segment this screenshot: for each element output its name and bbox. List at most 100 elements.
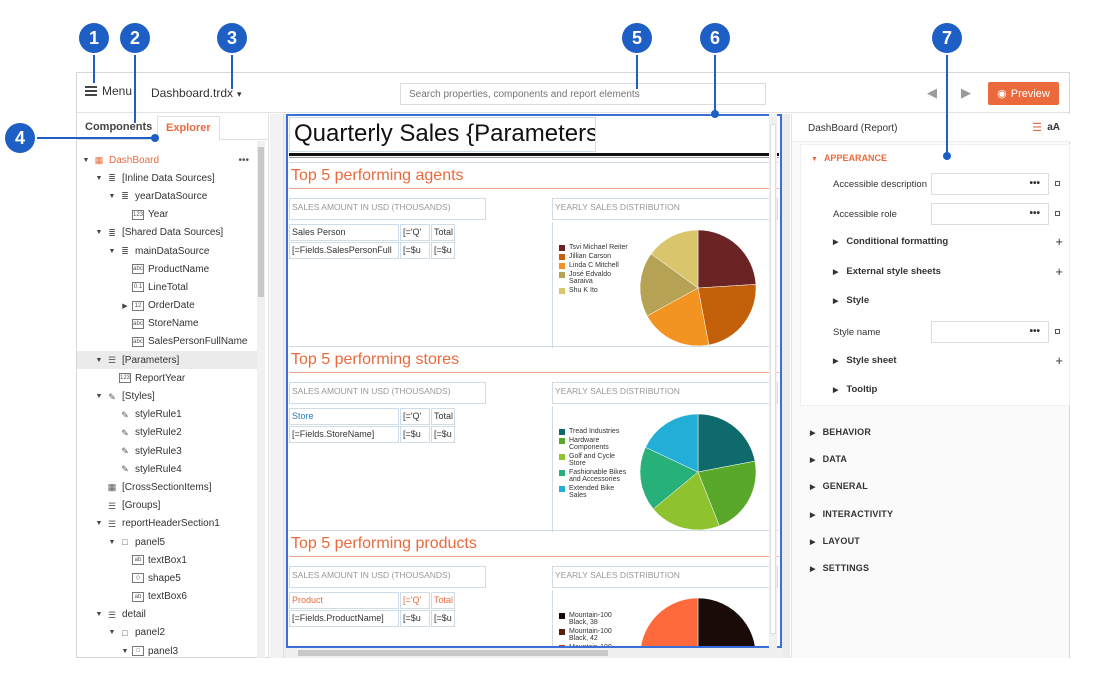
section-subtitle-right[interactable]: YEARLY SALES DISTRIBUTION bbox=[552, 566, 778, 588]
section-title[interactable]: Top 5 performing agents bbox=[289, 162, 779, 189]
report-title-textbox[interactable]: Quarterly Sales {Parameters. bbox=[289, 117, 596, 152]
tree-item[interactable]: 123 ReportYear bbox=[77, 369, 257, 387]
table-header-cell[interactable]: Total bbox=[431, 592, 455, 609]
collapse-icon[interactable]: ▼ bbox=[94, 357, 104, 364]
report-section[interactable]: Top 5 performing products SALES AMOUNT IN… bbox=[289, 530, 779, 646]
property-category[interactable]: ▶ DATA bbox=[810, 454, 847, 464]
tree-item[interactable]: abc StoreName bbox=[77, 315, 257, 333]
collapse-icon[interactable]: ▼ bbox=[107, 248, 117, 255]
document-selector[interactable]: Dashboard.trdx ▾ bbox=[151, 86, 242, 100]
tree-item[interactable]: 0.1 LineTotal bbox=[77, 278, 257, 296]
collapse-icon[interactable]: ▼ bbox=[120, 648, 130, 655]
preview-button[interactable]: ◉ Preview bbox=[988, 82, 1059, 105]
reset-icon[interactable] bbox=[1055, 211, 1060, 216]
tree-item[interactable]: ◇ shape5 bbox=[77, 569, 257, 587]
tree-item[interactable]: ▼ ☰ detail bbox=[77, 606, 257, 624]
table-data-cell[interactable]: [=$u bbox=[431, 426, 455, 443]
table-header-cell[interactable]: [='Q' bbox=[400, 224, 430, 241]
collapse-icon[interactable]: ▼ bbox=[107, 629, 117, 636]
tree-item[interactable]: ab textBox6 bbox=[77, 588, 257, 606]
section-subtitle-right[interactable]: YEARLY SALES DISTRIBUTION bbox=[552, 382, 778, 404]
tree-item[interactable]: ▼ ✎ [Styles] bbox=[77, 387, 257, 405]
ellipsis-icon[interactable]: ••• bbox=[1029, 178, 1040, 189]
pie-chart[interactable]: Tread Industries Hardware Components Golf … bbox=[552, 406, 778, 532]
tree-item[interactable]: ✎ styleRule3 bbox=[77, 442, 257, 460]
property-subgroup[interactable]: ▶ Tooltip bbox=[833, 384, 1069, 395]
tree-item[interactable]: abc SalesPersonFullName bbox=[77, 333, 257, 351]
tree-item[interactable]: ▦ [CrossSectionItems] bbox=[77, 478, 257, 496]
property-subgroup[interactable]: ▶ Style sheet + bbox=[833, 353, 1069, 368]
property-subgroup[interactable]: ▶ Conditional formatting + bbox=[833, 234, 1069, 249]
table-header-cell[interactable]: [='Q' bbox=[400, 408, 430, 425]
search-input[interactable] bbox=[400, 83, 766, 105]
appearance-category[interactable]: ▼ APPEARANCE bbox=[811, 153, 887, 163]
report-canvas[interactable]: Quarterly Sales {Parameters. Top 5 perfo… bbox=[286, 114, 782, 648]
table-header-cell[interactable]: Sales Person bbox=[289, 224, 399, 241]
tree-item[interactable]: ab textBox1 bbox=[77, 551, 257, 569]
canvas-horizontal-scrollbar[interactable] bbox=[286, 648, 782, 658]
add-icon[interactable]: + bbox=[1055, 264, 1063, 279]
section-title[interactable]: Top 5 performing stores bbox=[289, 346, 779, 373]
scrollbar-thumb[interactable] bbox=[770, 124, 776, 634]
tree-item[interactable]: ▼ ▦ DashBoard ••• bbox=[77, 151, 257, 169]
categorized-view-icon[interactable]: ☰ bbox=[1032, 121, 1042, 134]
table-data-cell[interactable]: [=$u bbox=[431, 610, 455, 627]
property-value-field[interactable]: ••• bbox=[931, 173, 1049, 195]
pie-chart[interactable]: Tsvi Michael Reiter Jillian Carson Linda C… bbox=[552, 222, 778, 348]
tree-item[interactable]: ✎ styleRule4 bbox=[77, 460, 257, 478]
table-data-cell[interactable]: [=Fields.StoreName] bbox=[289, 426, 399, 443]
redo-icon[interactable]: ▶ bbox=[961, 85, 971, 101]
expand-icon[interactable]: ▶ bbox=[120, 302, 130, 310]
reset-icon[interactable] bbox=[1055, 181, 1060, 186]
alphabetical-view-button[interactable]: aA bbox=[1047, 122, 1060, 133]
pie-chart[interactable]: Mountain-100 Black, 38 Mountain-100 Black… bbox=[552, 590, 778, 646]
property-subgroup[interactable]: ▶ Style bbox=[833, 295, 1069, 306]
section-subtitle-left[interactable]: SALES AMOUNT IN USD (THOUSANDS) bbox=[289, 198, 486, 220]
tree-item[interactable]: ▼ □ panel2 bbox=[77, 624, 257, 642]
collapse-icon[interactable]: ▼ bbox=[94, 175, 104, 182]
table-header-cell[interactable]: Store bbox=[289, 408, 399, 425]
tree-item[interactable]: ▼ □ panel5 bbox=[77, 533, 257, 551]
tree-item[interactable]: ☰ [Groups] bbox=[77, 497, 257, 515]
tree-item[interactable]: ✎ styleRule2 bbox=[77, 424, 257, 442]
table-header-cell[interactable]: Total bbox=[431, 408, 455, 425]
table-header-cell[interactable]: Total bbox=[431, 224, 455, 241]
table-data-cell[interactable]: [=$u bbox=[431, 242, 455, 259]
tree-item[interactable]: ✎ styleRule1 bbox=[77, 406, 257, 424]
canvas-vertical-scrollbar[interactable] bbox=[769, 114, 777, 648]
collapse-icon[interactable]: ▼ bbox=[107, 193, 117, 200]
collapse-icon[interactable]: ▼ bbox=[94, 229, 104, 236]
ellipsis-icon[interactable]: ••• bbox=[1029, 326, 1040, 337]
property-category[interactable]: ▶ GENERAL bbox=[810, 481, 868, 491]
add-icon[interactable]: + bbox=[1055, 353, 1063, 368]
tree-item[interactable]: ▼ ≣ [Inline Data Sources] bbox=[77, 169, 257, 187]
property-category[interactable]: ▶ LAYOUT bbox=[810, 536, 860, 546]
tree-item[interactable]: ▼ ≣ [Shared Data Sources] bbox=[77, 224, 257, 242]
section-subtitle-right[interactable]: YEARLY SALES DISTRIBUTION bbox=[552, 198, 778, 220]
collapse-icon[interactable]: ▼ bbox=[107, 539, 117, 546]
tree-item[interactable]: ▼ ☰ reportHeaderSection1 bbox=[77, 515, 257, 533]
scrollbar-thumb[interactable] bbox=[258, 147, 264, 297]
table-data-cell[interactable]: [=$u bbox=[400, 610, 430, 627]
collapse-icon[interactable]: ▼ bbox=[81, 157, 91, 164]
add-icon[interactable]: + bbox=[1055, 234, 1063, 249]
tree-item[interactable]: ▼ □ panel3 bbox=[77, 642, 257, 658]
reset-icon[interactable] bbox=[1055, 329, 1060, 334]
report-section[interactable]: Top 5 performing agents SALES AMOUNT IN U… bbox=[289, 162, 779, 348]
table-data-cell[interactable]: [=Fields.SalesPersonFull bbox=[289, 242, 399, 259]
tree-item[interactable]: abc ProductName bbox=[77, 260, 257, 278]
property-value-field[interactable]: ••• bbox=[931, 203, 1049, 225]
collapse-icon[interactable]: ▼ bbox=[94, 611, 104, 618]
table-data-cell[interactable]: [=$u bbox=[400, 242, 430, 259]
tab-explorer[interactable]: Explorer bbox=[157, 116, 220, 141]
collapse-icon[interactable]: ▼ bbox=[94, 520, 104, 527]
menu-button[interactable]: Menu bbox=[85, 84, 132, 98]
tab-components[interactable]: Components bbox=[85, 121, 152, 133]
explorer-scrollbar[interactable] bbox=[257, 141, 265, 658]
tree-item[interactable]: 123 Year bbox=[77, 206, 257, 224]
more-options-icon[interactable]: ••• bbox=[238, 155, 249, 166]
table-data-cell[interactable]: [=$u bbox=[400, 426, 430, 443]
ellipsis-icon[interactable]: ••• bbox=[1029, 208, 1040, 219]
section-subtitle-left[interactable]: SALES AMOUNT IN USD (THOUSANDS) bbox=[289, 566, 486, 588]
table-header-cell[interactable]: Product bbox=[289, 592, 399, 609]
